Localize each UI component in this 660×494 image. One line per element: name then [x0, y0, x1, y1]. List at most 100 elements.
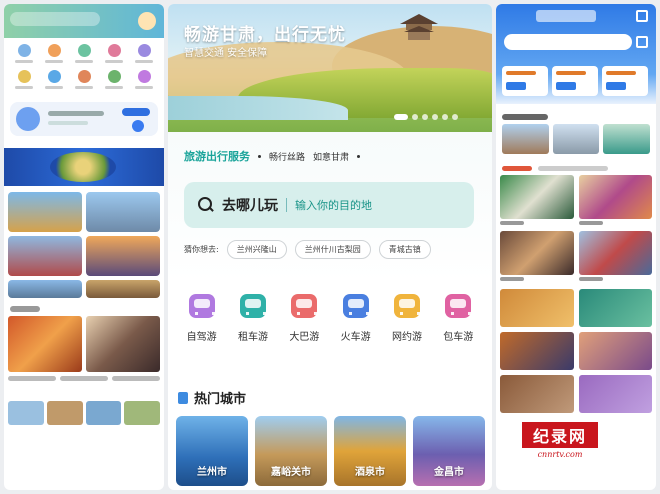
scan-icon[interactable]	[636, 36, 648, 48]
avatar[interactable]	[138, 12, 156, 30]
transport-mode-label: 自驾游	[186, 332, 217, 343]
transport-mode-item[interactable]: 火车游	[332, 294, 380, 360]
travel-service-section: 旅游出行服务 畅行丝路 如意甘肃 去哪儿玩 输入你的目的地 猜你想去: 兰州兴隆…	[168, 132, 492, 282]
transport-mode-label: 大巴游	[289, 332, 320, 343]
hot-cities-list: 兰州市 嘉峪关市 酒泉市 金昌市	[176, 416, 485, 486]
transport-mode-label: 网约游	[391, 332, 422, 343]
transport-mode-label: 火车游	[340, 332, 371, 343]
scenic-photo[interactable]	[8, 280, 82, 298]
left-app-screen	[4, 4, 164, 490]
scenic-photo[interactable]	[86, 192, 160, 232]
destination-search-box[interactable]: 去哪儿玩 输入你的目的地	[184, 182, 474, 228]
right-header	[496, 4, 656, 104]
transport-mode-item[interactable]: 大巴游	[280, 294, 328, 360]
menu-icon[interactable]	[636, 10, 648, 22]
grid-service-item[interactable]	[130, 70, 158, 92]
quick-card[interactable]	[602, 66, 648, 96]
tab-travel-service[interactable]: 旅游出行服务	[184, 148, 250, 164]
watermark-logo: 纪录网 cnnrtv.com	[522, 422, 598, 466]
grid-service-item[interactable]	[130, 44, 158, 66]
guess-label: 猜你想去:	[184, 245, 219, 254]
train-icon	[342, 294, 369, 318]
suggestion-chip-shichuan[interactable]: 兰州什川古梨园	[294, 240, 371, 259]
city-name: 嘉峪关市	[271, 467, 311, 478]
suggested-destinations: 猜你想去: 兰州兴隆山 兰州什川古梨园 青城古镇	[184, 240, 431, 259]
charter-bus-icon	[445, 294, 472, 318]
left-header-logo	[10, 12, 100, 26]
ride-hailing-icon	[393, 294, 420, 318]
pavilion-icon	[400, 14, 438, 40]
transport-mode-item[interactable]: 租车游	[229, 294, 277, 360]
right-app-logo	[536, 10, 596, 22]
left-header-banner	[4, 4, 164, 38]
destination-input-placeholder[interactable]: 输入你的目的地	[295, 197, 372, 213]
left-bottom-thumbs	[4, 385, 164, 425]
right-section-label	[502, 114, 548, 120]
grid-service-item[interactable]	[100, 70, 128, 92]
transport-mode-row: 自驾游 租车游 大巴游 火车游 网约游 包车游	[168, 294, 492, 360]
right-app-screen	[496, 4, 656, 490]
left-service-grid	[4, 38, 164, 94]
left-section-label	[10, 306, 40, 312]
assistant-button[interactable]	[122, 108, 150, 116]
right-content-grid	[496, 175, 656, 281]
left-photo-grid	[4, 186, 164, 298]
city-card[interactable]: 嘉峪关市	[255, 416, 327, 486]
transport-mode-label: 包车游	[443, 332, 474, 343]
grid-service-item[interactable]	[40, 44, 68, 66]
grid-service-item[interactable]	[70, 70, 98, 92]
scenic-photo[interactable]	[8, 236, 82, 276]
smart-assistant-card[interactable]	[10, 102, 158, 136]
transport-mode-item[interactable]: 网约游	[383, 294, 431, 360]
tab-silk-road[interactable]: 畅行丝路	[269, 150, 305, 163]
bus-icon	[291, 294, 318, 318]
section-marker-icon	[178, 391, 188, 404]
transport-mode-item[interactable]: 自驾游	[178, 294, 226, 360]
search-icon	[198, 197, 214, 213]
transport-mode-label: 租车游	[237, 332, 268, 343]
right-scenic-row	[496, 124, 656, 154]
hot-cities-header: 热门城市	[178, 388, 246, 407]
right-search-input[interactable]	[504, 34, 632, 50]
scenic-photo[interactable]	[8, 192, 82, 232]
scenic-photo[interactable]	[86, 280, 160, 298]
car-icon	[188, 294, 215, 318]
left-promo-banner[interactable]	[4, 148, 164, 186]
grid-service-item[interactable]	[10, 70, 38, 92]
tab-gansu[interactable]: 如意甘肃	[313, 150, 349, 163]
city-card[interactable]: 酒泉市	[334, 416, 406, 486]
suggestion-chip-xinglongshan[interactable]: 兰州兴隆山	[226, 240, 287, 259]
quick-card[interactable]	[552, 66, 598, 96]
grid-service-item[interactable]	[10, 44, 38, 66]
hot-cities-title: 热门城市	[194, 392, 247, 407]
left-feature-images	[4, 316, 164, 372]
watermark-text: 纪录网	[522, 422, 598, 448]
suggestion-chip-qingcheng[interactable]: 青城古镇	[378, 240, 431, 259]
city-name: 酒泉市	[355, 467, 385, 478]
screenshot-collage: 畅游甘肃，出行无忧 智慧交通 安全保障 旅游出行服务 畅行丝路 如意甘肃 去哪儿…	[0, 0, 660, 494]
carousel-pager[interactable]	[394, 114, 458, 120]
main-app-screen: 畅游甘肃，出行无忧 智慧交通 安全保障 旅游出行服务 畅行丝路 如意甘肃 去哪儿…	[168, 4, 492, 490]
microphone-icon[interactable]	[132, 120, 144, 132]
feature-photo[interactable]	[86, 316, 160, 372]
quick-card[interactable]	[502, 66, 548, 96]
right-quick-cards	[502, 66, 648, 96]
service-tabs: 旅游出行服务 畅行丝路 如意甘肃	[184, 148, 361, 164]
hero-subtitle: 智慧交通 安全保障	[184, 48, 268, 59]
transport-mode-item[interactable]: 包车游	[434, 294, 482, 360]
grid-service-item[interactable]	[40, 70, 68, 92]
city-card[interactable]: 兰州市	[176, 416, 248, 486]
grid-service-item[interactable]	[70, 44, 98, 66]
feature-photo[interactable]	[8, 316, 82, 372]
search-label: 去哪儿玩	[222, 198, 278, 214]
scenic-photo[interactable]	[86, 236, 160, 276]
city-card[interactable]: 金昌市	[413, 416, 485, 486]
hero-title: 畅游甘肃，出行无忧	[184, 25, 346, 45]
city-name: 金昌市	[434, 467, 464, 478]
right-tabs	[502, 166, 650, 171]
robot-icon	[16, 107, 40, 131]
rental-car-icon	[239, 294, 266, 318]
grid-service-item[interactable]	[100, 44, 128, 66]
watermark-url: cnnrtv.com	[537, 450, 583, 459]
hero-banner[interactable]: 畅游甘肃，出行无忧 智慧交通 安全保障	[168, 4, 492, 132]
